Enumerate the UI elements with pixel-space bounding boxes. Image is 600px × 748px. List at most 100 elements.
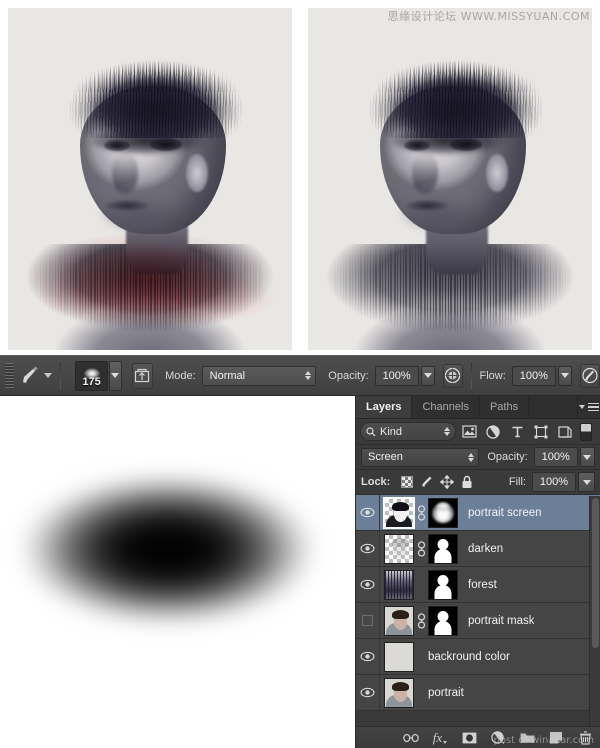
artwork-after: 思缘设计论坛 WWW.MISSYUAN.COM — [300, 0, 600, 355]
filter-enable-toggle[interactable] — [580, 422, 592, 441]
scrollbar-thumb[interactable] — [592, 498, 599, 648]
fill-chevron-down-icon[interactable] — [578, 472, 595, 492]
layer-row-forest[interactable]: forest — [356, 567, 600, 603]
layer-name: portrait — [428, 686, 464, 699]
tab-channels[interactable]: Channels — [412, 396, 480, 418]
layer-row-portrait-mask[interactable]: portrait mask — [356, 603, 600, 639]
thumbnail-art — [385, 678, 413, 707]
tab-layers[interactable]: Layers — [356, 396, 413, 418]
lock-all-icon[interactable] — [457, 473, 477, 491]
fill-value[interactable]: 100% — [532, 472, 576, 492]
layer-thumbnail[interactable] — [384, 533, 414, 564]
link-icon[interactable] — [415, 504, 427, 521]
artwork-after-image — [308, 8, 592, 350]
pixel-layer-icon[interactable] — [458, 422, 480, 442]
thumbnail-art — [385, 535, 413, 563]
visibility-toggle[interactable] — [356, 603, 380, 638]
smart-object-icon[interactable] — [554, 422, 576, 442]
layer-thumbnail[interactable] — [384, 569, 414, 600]
airbrush-toggle-button[interactable] — [442, 363, 463, 388]
brush-picker-chevron-down-icon[interactable] — [109, 360, 122, 391]
adjustment-layer-icon[interactable] — [482, 422, 504, 442]
nose-shading — [412, 154, 438, 194]
layer-mask-thumbnail[interactable] — [428, 569, 458, 600]
layer-row-darken[interactable]: darken — [356, 531, 600, 567]
layer-thumbnail[interactable] — [384, 641, 414, 672]
panel-menu-button[interactable] — [578, 396, 600, 418]
visibility-toggle[interactable] — [356, 675, 380, 710]
thumbnail-art — [385, 606, 413, 635]
eye-off-icon — [362, 615, 373, 626]
tab-paths[interactable]: Paths — [480, 396, 530, 418]
link-layers-icon[interactable] — [403, 730, 419, 746]
filter-kind-select[interactable]: Kind — [360, 422, 456, 441]
filter-kind-label: Kind — [380, 425, 403, 438]
brush-preset-chevron-down-icon[interactable] — [44, 373, 53, 378]
layer-mask-thumbnail[interactable] — [428, 605, 458, 636]
opacity-chevron-down-icon[interactable] — [420, 365, 435, 386]
layer-opacity-value[interactable]: 100% — [533, 447, 578, 467]
layer-opacity-chevron-down-icon[interactable] — [579, 447, 595, 467]
delete-layer-icon[interactable] — [577, 730, 593, 746]
layer-thumbnail[interactable] — [384, 677, 414, 708]
watermark-top: 思缘设计论坛 WWW.MISSYUAN.COM — [387, 10, 590, 23]
lock-label: Lock: — [361, 476, 391, 488]
visibility-toggle[interactable] — [356, 531, 380, 566]
shape-layer-icon[interactable] — [530, 422, 552, 442]
layers-panel: Layers Channels Paths Kind Screen Opacit… — [355, 396, 600, 748]
layer-name: darken — [468, 542, 504, 555]
opacity-value[interactable]: 100% — [374, 365, 419, 386]
right-eye — [450, 138, 482, 151]
lock-image-icon[interactable] — [417, 473, 437, 491]
hair-forest-tips — [66, 30, 246, 92]
panel-tabs: Layers Channels Paths — [356, 396, 600, 419]
layer-mask-thumbnail[interactable] — [428, 533, 458, 564]
brush-options-bar: 175 Mode: Normal Opacity: 100% Flow: 100… — [0, 355, 600, 396]
layer-row-portrait-screen[interactable]: portrait screen — [356, 495, 600, 531]
opacity-label: Opacity: — [328, 369, 369, 382]
new-adjustment-layer-icon[interactable] — [490, 730, 506, 746]
artwork-before — [0, 0, 300, 355]
layers-scrollbar[interactable] — [589, 496, 600, 726]
layer-name: portrait screen — [468, 506, 542, 519]
layer-thumbnail[interactable] — [383, 496, 415, 529]
type-layer-icon[interactable] — [506, 422, 528, 442]
lock-transparency-icon[interactable] — [397, 473, 417, 491]
blend-mode-select[interactable]: Normal — [201, 365, 317, 386]
blend-opacity-row: Screen Opacity: 100% — [356, 445, 600, 470]
layer-mask-thumbnail[interactable] — [428, 497, 458, 528]
brush-tool-icon[interactable] — [18, 363, 42, 389]
left-eye — [404, 140, 430, 151]
visibility-toggle[interactable] — [356, 567, 380, 602]
layer-blend-mode-select[interactable]: Screen — [361, 447, 480, 467]
lock-position-icon[interactable] — [437, 473, 457, 491]
layer-row-backround-color[interactable]: backround color — [356, 639, 600, 675]
layer-thumbnail[interactable] — [384, 605, 414, 636]
layer-style-fx-icon[interactable]: fx — [432, 730, 448, 746]
link-icon[interactable] — [415, 612, 427, 629]
eye-icon — [360, 507, 375, 518]
visibility-toggle[interactable] — [356, 495, 380, 530]
layers-panel-footer: fx — [356, 726, 600, 748]
toolbar-grip[interactable] — [5, 362, 14, 389]
visibility-toggle[interactable] — [356, 639, 380, 674]
layer-row-portrait[interactable]: portrait — [356, 675, 600, 711]
tablet-pressure-button[interactable] — [579, 363, 600, 388]
add-layer-mask-icon[interactable] — [461, 730, 477, 746]
flow-chevron-down-icon[interactable] — [557, 365, 572, 386]
brush-size-preview[interactable]: 175 — [75, 360, 109, 391]
brush-size-value: 175 — [82, 375, 101, 388]
mouth-shading — [406, 200, 448, 211]
left-eye — [104, 140, 130, 151]
new-layer-icon[interactable] — [548, 730, 564, 746]
artwork-before-image — [8, 8, 292, 350]
ear-shape — [186, 154, 208, 192]
nose-shading — [112, 154, 138, 194]
divider — [60, 362, 62, 389]
flow-value[interactable]: 100% — [511, 365, 556, 386]
brush-panel-toggle-button[interactable] — [131, 362, 154, 389]
new-group-icon[interactable] — [519, 730, 535, 746]
layer-name: portrait mask — [468, 614, 535, 627]
divider — [470, 362, 472, 389]
link-icon[interactable] — [415, 540, 427, 557]
